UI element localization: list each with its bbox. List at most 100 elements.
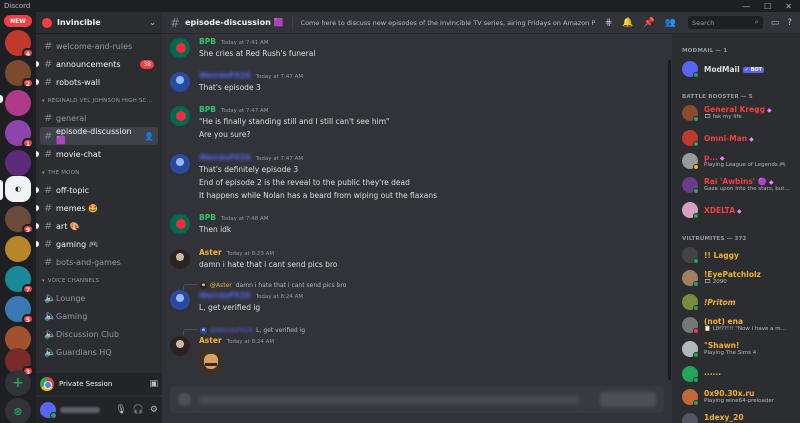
member-item[interactable]: 1dexy_20 <box>682 412 798 423</box>
voice-channel-guardians-hq[interactable]: 🔈 Guardians HQ <box>40 343 158 361</box>
settings-gear-icon[interactable]: ⚙ <box>150 405 158 415</box>
avatar[interactable] <box>170 290 190 310</box>
member-item[interactable]: Omni-Man ◆ <box>682 129 798 147</box>
member-item[interactable]: (not) ena 📋 L8f??!!! "Now I have a m... <box>682 316 798 334</box>
channel-gaming[interactable]: # gaming 🎮 <box>36 235 158 253</box>
server-icon[interactable]: 1 <box>5 120 34 148</box>
author-name[interactable]: Aster <box>199 248 222 257</box>
member-item[interactable]: ...... <box>682 365 798 383</box>
channel-bots-and-games[interactable]: # bots-and-games <box>40 253 158 271</box>
member-category: VILTRUMITES — 372 <box>682 236 747 242</box>
server-icon[interactable] <box>5 236 31 262</box>
close-window-button[interactable]: ✕ <box>785 2 792 11</box>
search-input[interactable]: Search ⌕ <box>688 16 763 29</box>
avatar[interactable] <box>170 154 190 174</box>
minimize-button[interactable]: — <box>742 2 750 11</box>
avatar[interactable] <box>170 72 190 92</box>
author-name[interactable]: WeirdoPX26 <box>199 291 251 300</box>
server-icon-invincible[interactable]: ◐ <box>5 176 31 202</box>
server-icon[interactable]: 7 <box>5 266 34 294</box>
members-icon[interactable]: 👥 <box>665 18 676 28</box>
author-name[interactable]: BPB <box>199 37 216 46</box>
avatar[interactable] <box>170 214 190 234</box>
member-item[interactable]: 0x90.30x.ru Playing wine64-preloader <box>682 388 798 406</box>
pin-icon[interactable]: 📌 <box>644 18 655 28</box>
reply-author: @Aster <box>210 281 232 289</box>
member-item[interactable]: General Kregg ◆ 🎞 fak my life <box>682 104 798 122</box>
maximize-button[interactable]: ☐ <box>764 2 771 11</box>
member-name: ...... <box>704 368 722 377</box>
author-name[interactable]: BPB <box>199 105 216 114</box>
timestamp: Today at 7:47 AM <box>255 156 304 162</box>
server-icon[interactable]: 4 <box>5 30 34 58</box>
member-item[interactable]: Rai 'Awbins' 🟣 ◆ Gaze upon into the stars… <box>682 176 798 194</box>
member-activity: Playing League of Legends 🎮 <box>704 162 787 168</box>
discover-icon[interactable]: ⊛ <box>5 398 31 423</box>
image-attachment[interactable] <box>199 348 223 374</box>
headphones-icon[interactable]: 🎧 <box>133 405 144 415</box>
inbox-icon[interactable]: ▭ <box>771 18 780 28</box>
help-icon[interactable]: ? <box>787 18 792 28</box>
status-indicator <box>693 352 699 358</box>
message-header: BPB Today at 7:48 AM <box>199 213 268 222</box>
message-input-blurred[interactable] <box>199 395 579 404</box>
author-name[interactable]: Aster <box>199 336 222 345</box>
hash-icon: # <box>170 15 181 30</box>
member-item[interactable]: ModMail ✓ BOT <box>682 60 798 78</box>
server-rail: NEW 4 2 1 ◐ 9 7 5 3 + ⊛ <box>0 12 36 423</box>
category-reginald[interactable]: ▾ REGINALD VEL JOHNSON HIGH SC... <box>40 93 158 109</box>
channel-movie-chat[interactable]: # movie-chat <box>36 145 158 163</box>
channel-art[interactable]: # art 🎨 <box>36 217 158 235</box>
member-item[interactable]: !EyePatchlolz 🎞 2090 <box>682 269 798 287</box>
private-session-label: Private Session <box>59 380 113 388</box>
member-item[interactable]: "Shawn! Playing The Sims 4 <box>682 340 798 358</box>
voice-channel-lounge[interactable]: 🔈 Lounge <box>40 289 158 307</box>
bot-badge: ✓ BOT <box>742 67 765 73</box>
bell-icon[interactable]: 🔔 <box>622 18 633 28</box>
author-name[interactable]: WeirdoPX26 <box>199 71 251 80</box>
avatar[interactable] <box>170 38 190 58</box>
channel-off-topic[interactable]: # off-topic <box>36 181 158 199</box>
channel-episode-discussion[interactable]: # episode-discussion 🟪 👤 <box>40 127 158 145</box>
author-name[interactable]: BPB <box>199 213 216 222</box>
member-item[interactable]: XDELTA ◆ <box>682 201 798 219</box>
microphone-icon[interactable]: 🎙 <box>115 405 126 415</box>
avatar[interactable] <box>170 106 190 126</box>
channel-announcements[interactable]: # announcements 38 <box>36 55 158 73</box>
member-item[interactable]: !Pritom <box>682 293 798 311</box>
server-header[interactable]: Invincible ⌄ <box>36 12 162 34</box>
channel-general[interactable]: # general <box>40 109 158 127</box>
member-item[interactable]: !! Laggy <box>682 246 798 264</box>
server-icon[interactable]: 2 <box>5 60 34 88</box>
category-voice-channels[interactable]: ▾ VOICE CHANNELS <box>40 273 158 289</box>
category-the-moon[interactable]: ▾ THE MOON <box>40 165 158 181</box>
voice-channel-discussion-club[interactable]: 🔈 Discussion Club <box>40 325 158 343</box>
hash-icon: # <box>44 130 53 142</box>
server-icon[interactable]: 9 <box>5 206 34 234</box>
avatar[interactable] <box>40 402 57 419</box>
private-session-bar[interactable]: Private Session ▣ <box>36 373 162 395</box>
screen-share-icon[interactable]: ▣ <box>149 379 158 389</box>
channel-welcome-and-rules[interactable]: # welcome-and-rules <box>40 37 158 55</box>
reply-preview[interactable]: @WeirdoPX26 L, get verified ig <box>183 325 305 335</box>
threads-icon[interactable]: ⋕ <box>605 18 613 28</box>
server-icon[interactable] <box>5 90 31 116</box>
server-icon[interactable] <box>5 150 31 176</box>
scrollbar[interactable] <box>668 60 671 380</box>
channel-topic[interactable]: Come here to discuss new episodes of the… <box>301 19 595 27</box>
member-item[interactable]: p... ◆ Playing League of Legends 🎮 <box>682 152 798 170</box>
message-composer[interactable] <box>170 386 664 413</box>
avatar[interactable] <box>170 249 190 269</box>
voice-channel-gaming[interactable]: 🔈 Gaming <box>40 307 158 325</box>
add-server-button[interactable]: + <box>5 370 31 396</box>
channel-memes[interactable]: # memes 🤩 <box>36 199 158 217</box>
member-name: 1dexy_20 <box>704 413 744 422</box>
channel-robots-wall[interactable]: # robots-wall <box>36 73 158 91</box>
author-name[interactable]: WeirdoPX26 <box>199 153 251 162</box>
reply-preview[interactable]: @Aster damn i hate that i cant send pics… <box>183 280 346 290</box>
composer-button-blurred[interactable] <box>600 392 656 407</box>
attach-plus-icon[interactable] <box>178 393 191 406</box>
server-icon[interactable]: 5 <box>5 296 34 324</box>
add-member-icon[interactable]: 👤 <box>144 132 154 141</box>
avatar[interactable] <box>170 336 190 356</box>
